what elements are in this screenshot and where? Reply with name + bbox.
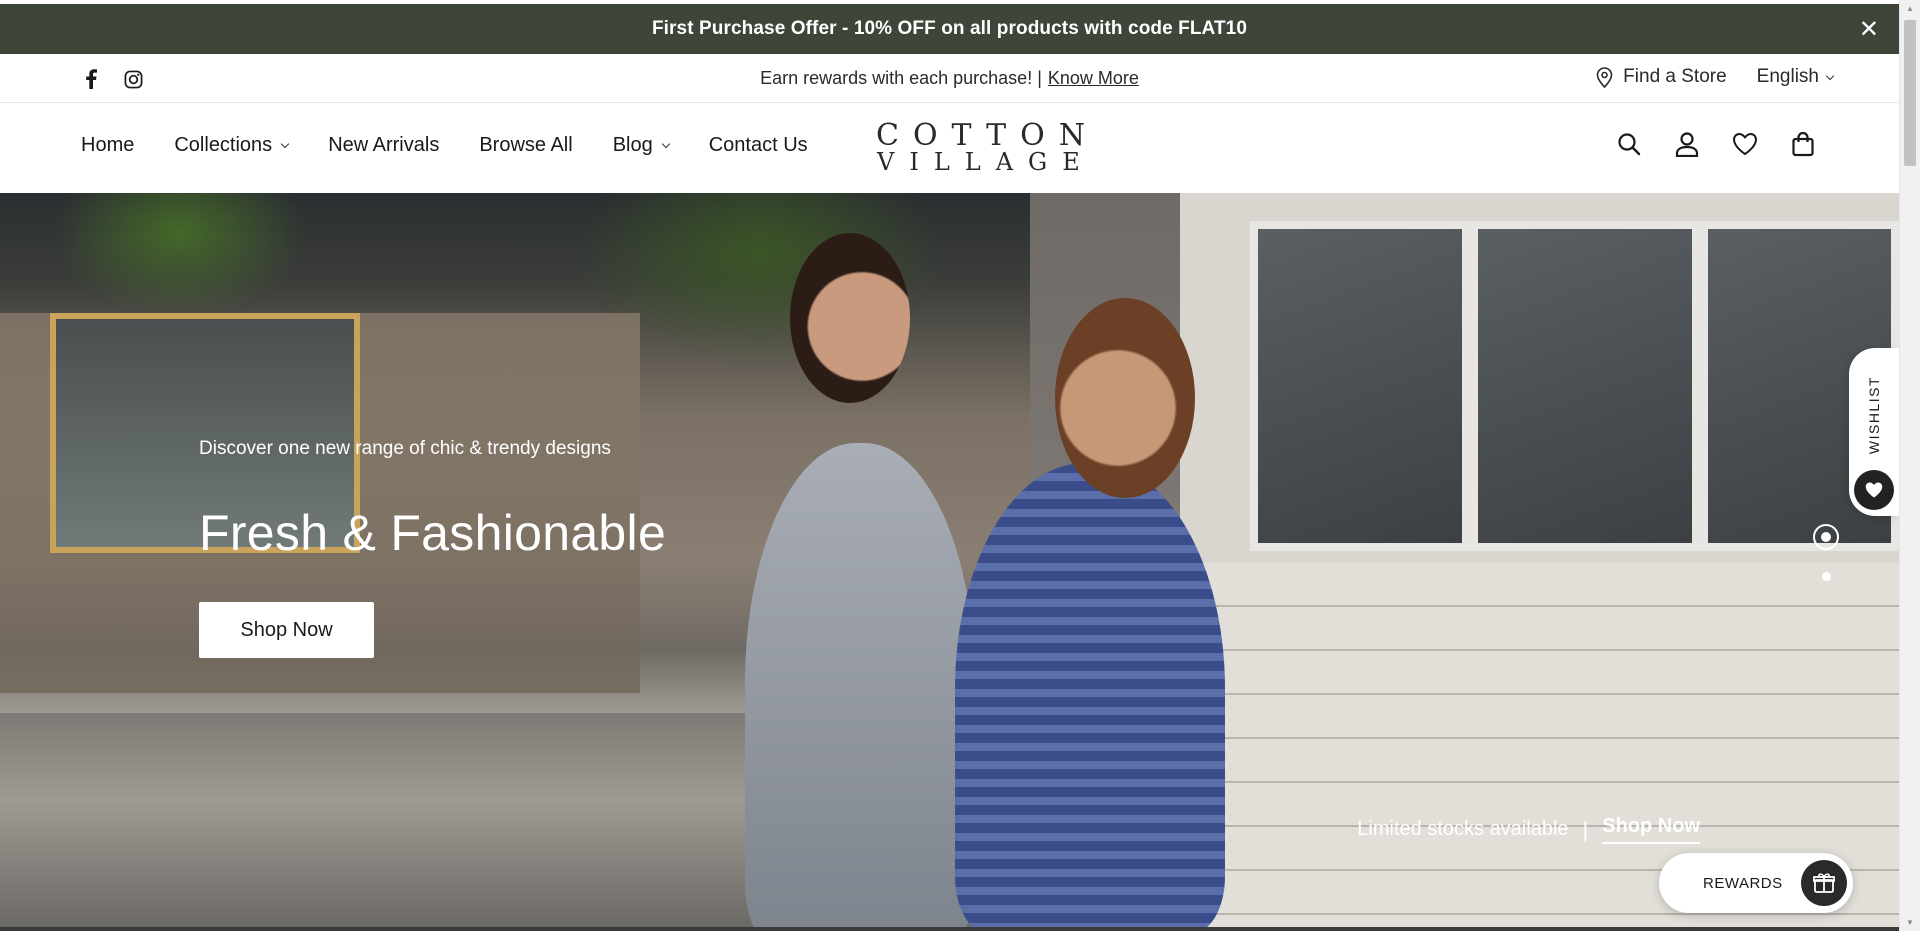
chevron-down-icon: [661, 139, 670, 149]
scroll-up-icon[interactable]: ▲: [1900, 0, 1920, 17]
hero-shop-now-button[interactable]: Shop Now: [199, 602, 374, 658]
brand-logo[interactable]: COTTON VILLAGE: [862, 118, 1099, 176]
limited-separator: |: [1582, 816, 1589, 842]
chevron-down-icon: [1825, 71, 1835, 80]
location-pin-icon: [1596, 66, 1613, 88]
limited-stock-text: Limited stocks available: [1357, 818, 1569, 840]
announcement-text: First Purchase Offer - 10% OFF on all pr…: [651, 18, 1248, 39]
hero-model-right-head: [1055, 298, 1195, 498]
slide-pagination: [1813, 524, 1839, 581]
nav-label: Contact Us: [708, 134, 808, 156]
nav-label: Collections: [174, 134, 273, 156]
promo-text: Earn rewards with each purchase! |: [760, 68, 1042, 88]
scroll-down-icon[interactable]: ▼: [1900, 914, 1920, 931]
wishlist-tab-label: WISHLIST: [1866, 376, 1882, 455]
hero-content: Discover one new range of chic & trendy …: [199, 438, 666, 658]
window-bottom-edge: [0, 927, 1899, 931]
gift-icon: [1801, 860, 1847, 906]
nav-label: Blog: [612, 134, 653, 156]
nav-item-contact-us[interactable]: Contact Us: [709, 134, 808, 157]
heart-icon: [1854, 470, 1894, 511]
limited-shop-now-link[interactable]: Shop Now: [1602, 815, 1700, 844]
hero-banner: Discover one new range of chic & trendy …: [0, 193, 1899, 931]
logo-line-1: COTTON: [876, 118, 1099, 153]
wishlist-heart-icon[interactable]: [1731, 130, 1759, 158]
account-icon[interactable]: [1673, 130, 1701, 158]
nav-label: Home: [81, 134, 135, 156]
nav-item-collections[interactable]: Collections: [174, 134, 290, 157]
hero-model-right: [955, 463, 1225, 931]
nav-label: Browse All: [479, 134, 573, 156]
hero-kicker: Discover one new range of chic & trendy …: [199, 438, 611, 459]
hero-title: Fresh & Fashionable: [199, 505, 667, 561]
rewards-launcher[interactable]: REWARDS: [1659, 853, 1853, 913]
main-header: Home Collections New Arrivals Browse All…: [0, 103, 1899, 193]
page: First Purchase Offer - 10% OFF on all pr…: [0, 0, 1899, 931]
language-select[interactable]: English: [1756, 66, 1835, 88]
chevron-down-icon: [280, 139, 290, 149]
slide-dot-active[interactable]: [1813, 524, 1839, 550]
nav-item-new-arrivals[interactable]: New Arrivals: [328, 134, 439, 157]
utility-bar: Earn rewards with each purchase! | Know M…: [0, 54, 1899, 103]
nav-item-blog[interactable]: Blog: [612, 134, 670, 157]
know-more-link[interactable]: Know More: [1048, 68, 1139, 88]
rewards-label: REWARDS: [1703, 874, 1783, 892]
language-label: English: [1756, 66, 1819, 87]
hero-model-left: [745, 443, 975, 931]
search-icon[interactable]: [1615, 130, 1643, 158]
nav-item-browse-all[interactable]: Browse All: [479, 134, 572, 157]
nav-label: New Arrivals: [328, 134, 440, 156]
main-nav: Home Collections New Arrivals Browse All…: [81, 134, 808, 157]
announcement-bar: First Purchase Offer - 10% OFF on all pr…: [0, 4, 1899, 54]
wishlist-side-tab[interactable]: WISHLIST: [1849, 348, 1899, 516]
utility-right: Find a Store English: [1596, 66, 1835, 88]
page-scrollbar[interactable]: ▲ ▼: [1899, 0, 1920, 931]
logo-line-2: VILLAGE: [877, 148, 1095, 176]
scrollbar-thumb[interactable]: [1904, 20, 1916, 166]
close-icon[interactable]: ✕: [1856, 16, 1882, 43]
hero-model-left-head: [790, 233, 910, 403]
find-store-link[interactable]: Find a Store: [1596, 66, 1727, 88]
header-actions: [1615, 130, 1817, 158]
find-store-label: Find a Store: [1623, 66, 1727, 87]
cart-bag-icon[interactable]: [1789, 130, 1817, 158]
limited-stock-banner: Limited stocks available | Shop Now: [1357, 815, 1700, 844]
slide-dot[interactable]: [1821, 572, 1831, 581]
nav-item-home[interactable]: Home: [81, 134, 134, 157]
